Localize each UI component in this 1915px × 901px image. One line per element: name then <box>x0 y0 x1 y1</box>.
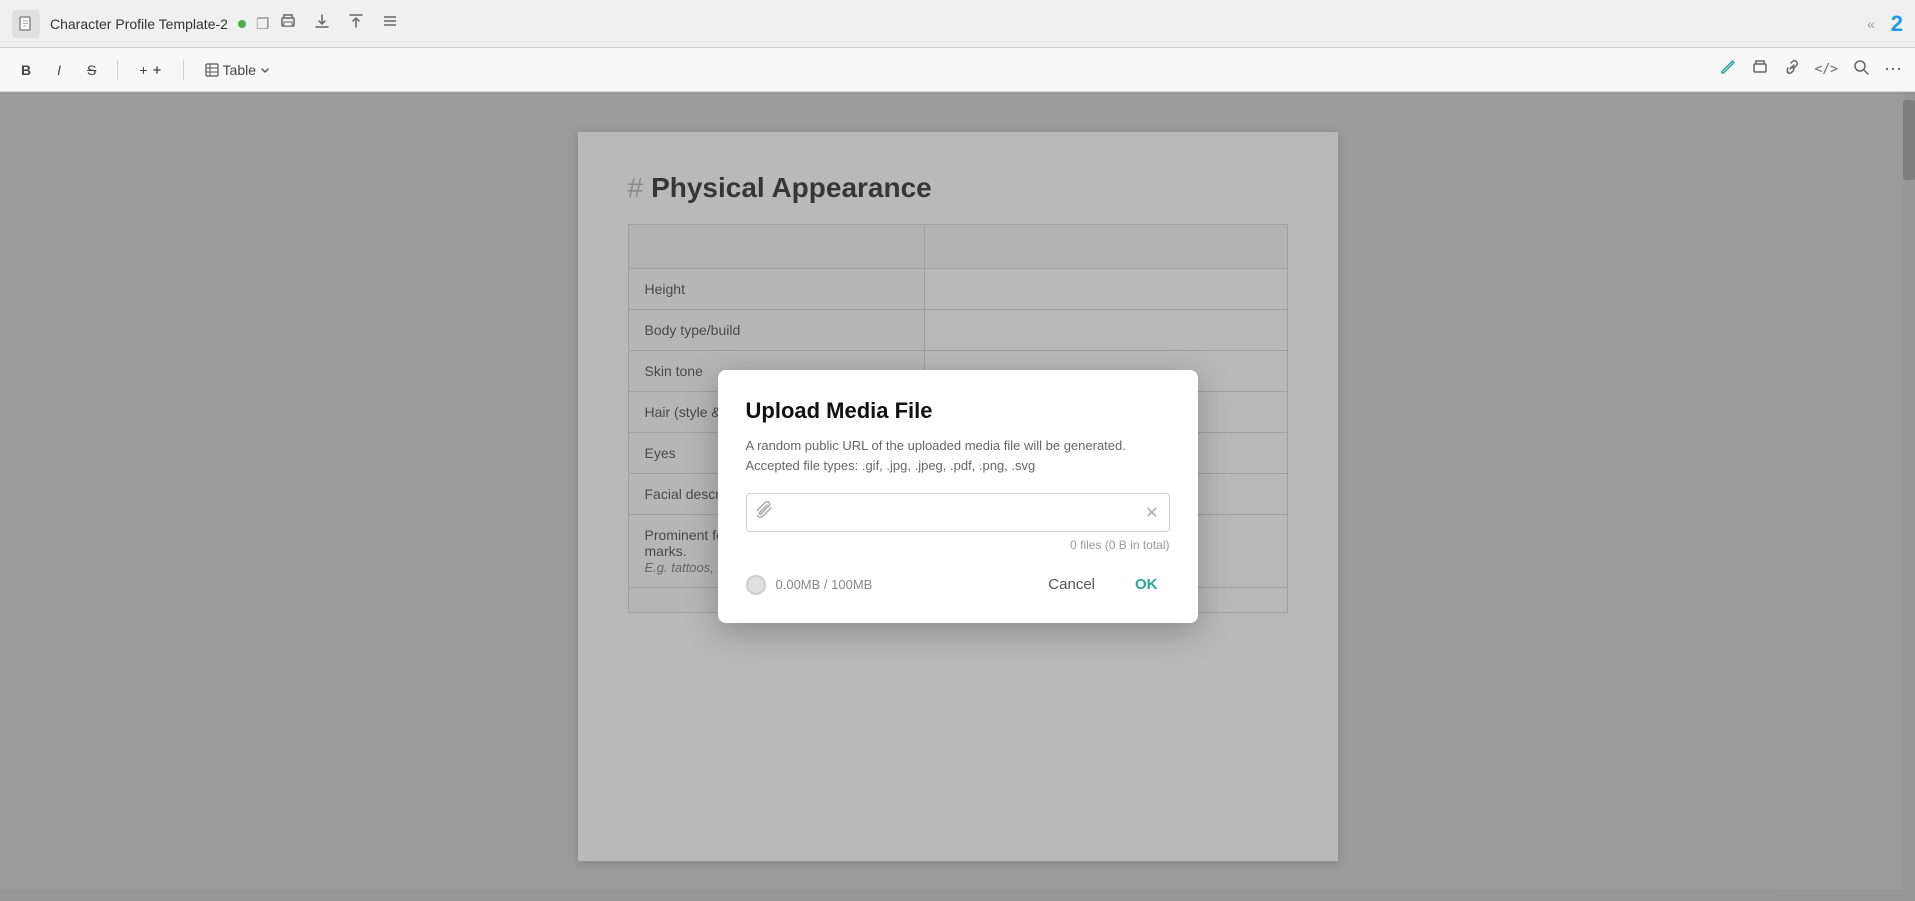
main-content: # Physical Appearance Height Body type/b… <box>0 92 1915 901</box>
progress-circle <box>746 575 766 595</box>
strikethrough-button[interactable]: S <box>78 57 105 83</box>
progress-area: 0.00MB / 100MB <box>746 575 873 595</box>
table-button[interactable]: Table <box>196 57 279 83</box>
bold-button[interactable]: B <box>12 57 40 83</box>
progress-text: 0.00MB / 100MB <box>776 577 873 592</box>
file-count: 0 files (0 B in total) <box>746 538 1170 552</box>
status-dot <box>238 20 246 28</box>
ok-button[interactable]: OK <box>1123 570 1170 599</box>
upload-icon[interactable] <box>347 12 365 35</box>
page-number: 2 <box>1891 11 1903 37</box>
link-icon[interactable] <box>1783 58 1801 81</box>
print-icon[interactable] <box>279 12 297 35</box>
print-toolbar-icon[interactable] <box>1751 58 1769 81</box>
dialog-buttons: Cancel OK <box>1036 570 1169 599</box>
top-bar-icons <box>279 12 399 35</box>
toolbar-right: </> ⋯ <box>1719 58 1903 81</box>
dialog-title: Upload Media File <box>746 398 1170 424</box>
modal-overlay: Upload Media File A random public URL of… <box>0 92 1915 901</box>
dialog-footer: 0.00MB / 100MB Cancel OK <box>746 570 1170 599</box>
cancel-button[interactable]: Cancel <box>1036 570 1107 599</box>
chevron-left-icon[interactable]: « <box>1867 16 1875 32</box>
file-input[interactable] <box>781 505 1138 521</box>
menu-icon[interactable] <box>381 12 399 35</box>
clear-icon[interactable]: ✕ <box>1145 503 1158 523</box>
pencil-icon[interactable] <box>1719 58 1737 81</box>
download-icon[interactable] <box>313 12 331 35</box>
table-label: Table <box>223 62 256 78</box>
toolbar-separator-2 <box>183 60 184 80</box>
doc-title: Character Profile Template-2 <box>50 16 228 32</box>
dialog-description: A random public URL of the uploaded medi… <box>746 436 1170 475</box>
search-toolbar-icon[interactable] <box>1852 58 1870 81</box>
doc-icon <box>12 10 40 38</box>
toolbar-separator <box>117 60 118 80</box>
file-input-row: ✕ <box>746 493 1170 532</box>
add-button[interactable]: + <box>130 57 170 83</box>
top-bar-left: Character Profile Template-2 ❐ <box>12 10 1857 38</box>
more-options-icon[interactable]: ⋯ <box>1884 59 1903 80</box>
duplicate-icon[interactable]: ❐ <box>256 15 269 33</box>
top-bar: Character Profile Template-2 ❐ « 2 <box>0 0 1915 48</box>
code-icon[interactable]: </> <box>1815 62 1838 77</box>
attach-icon <box>757 500 773 525</box>
italic-button[interactable]: I <box>48 57 70 83</box>
toolbar: B I S + Table </> ⋯ <box>0 48 1915 92</box>
top-bar-right: « 2 <box>1867 11 1903 37</box>
upload-dialog: Upload Media File A random public URL of… <box>718 370 1198 623</box>
